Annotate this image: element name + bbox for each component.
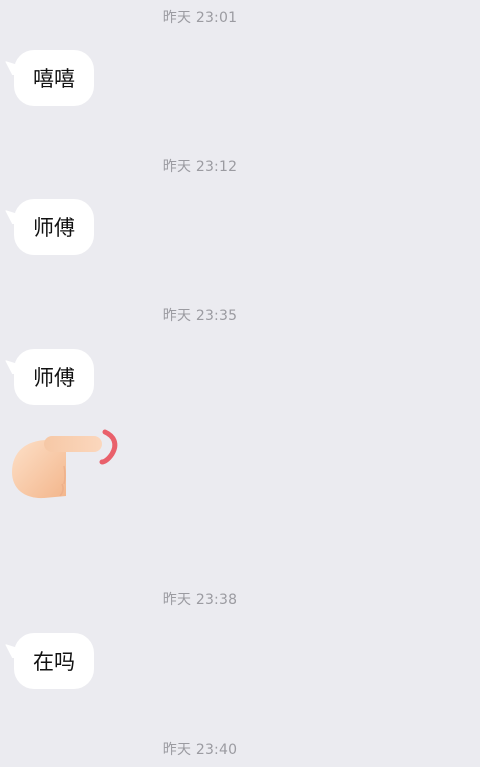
chat-thread[interactable]: 昨天 23:01 嘻嘻 昨天 23:12 师傅 昨天 23:35 师傅 昨天 2… [0,0,480,767]
message-timestamp: 昨天 23:12 [162,159,238,175]
message-text: 师傅 [33,366,75,390]
message-bubble[interactable]: 师傅 [14,199,94,255]
message-text: 在吗 [33,650,75,674]
message-text: 嘻嘻 [33,67,75,91]
message-bubble[interactable]: 嘻嘻 [14,50,94,106]
message-timestamp: 昨天 23:01 [162,10,238,26]
message-text: 师傅 [33,216,75,240]
message-bubble[interactable]: 师傅 [14,349,94,405]
message-timestamp: 昨天 23:38 [162,592,238,608]
pointing-hand-icon[interactable] [8,426,120,504]
message-timestamp: 昨天 23:40 [162,742,238,758]
message-bubble[interactable]: 在吗 [14,633,94,689]
pointing-hand-icon-graphic [12,429,118,499]
message-timestamp: 昨天 23:35 [162,308,238,324]
